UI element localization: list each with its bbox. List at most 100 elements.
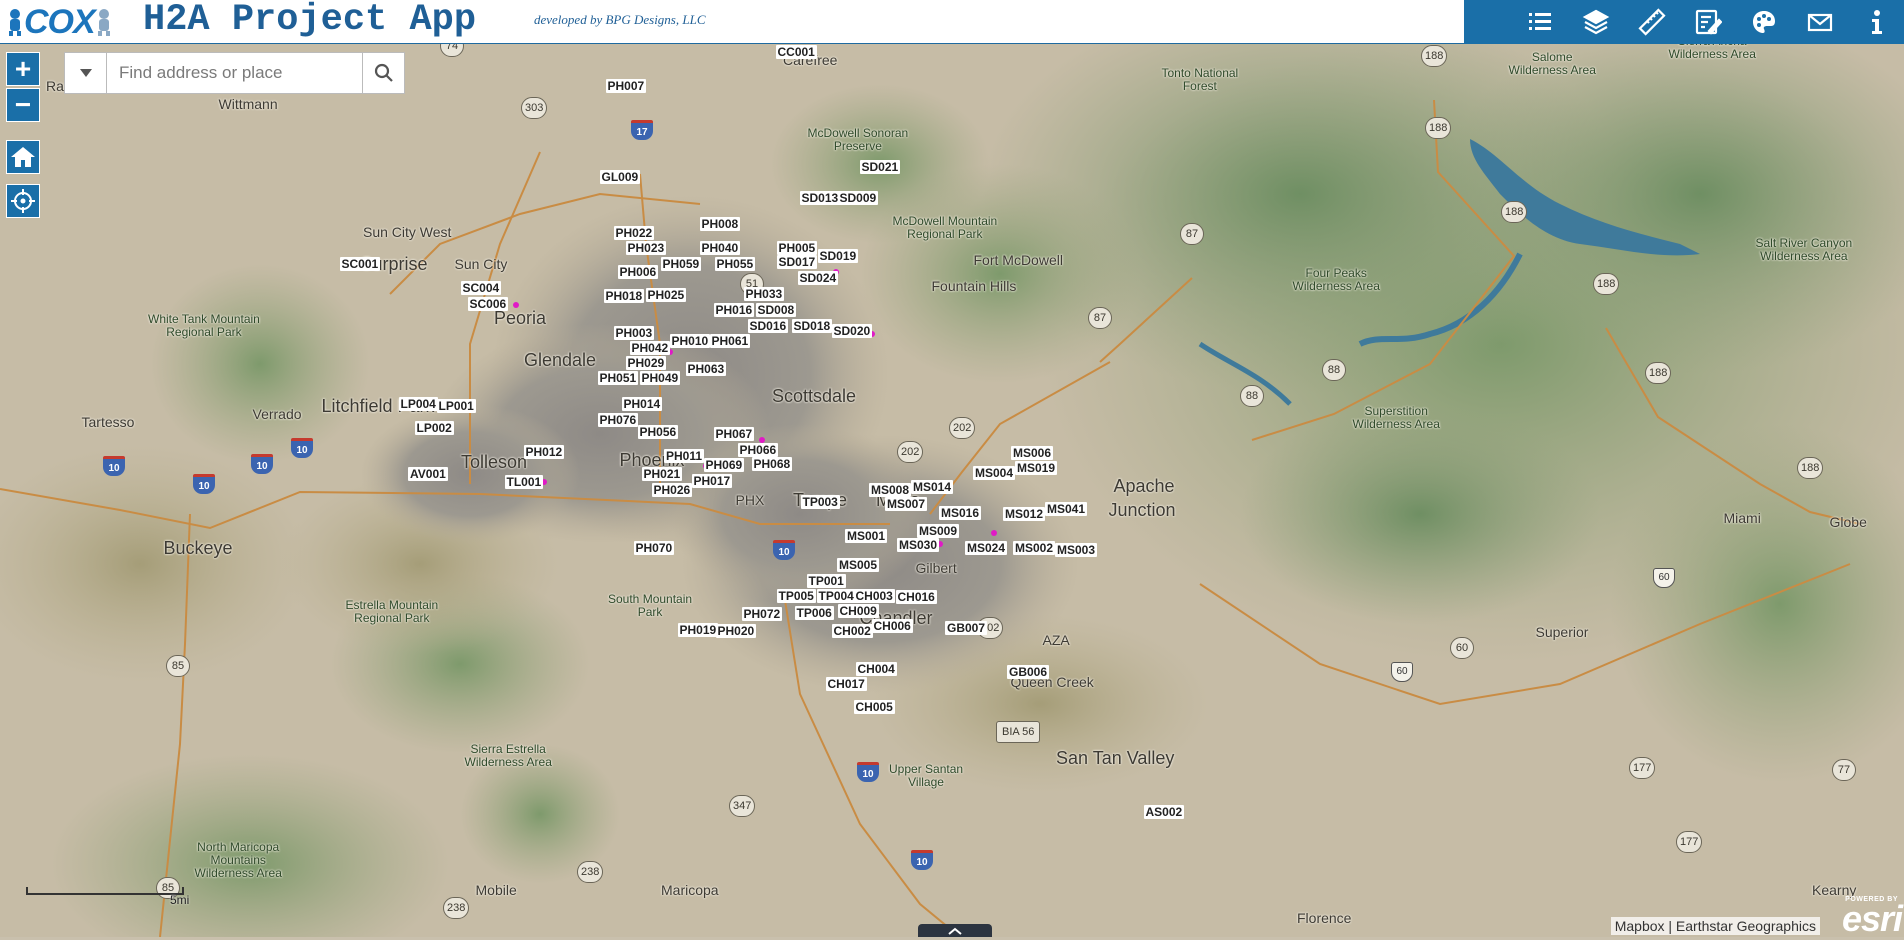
project-label[interactable]: PH016	[713, 303, 755, 317]
project-label[interactable]: SD018	[791, 319, 833, 333]
map-attribution[interactable]: Mapbox | Earthstar Geographics	[1610, 917, 1820, 935]
project-label[interactable]: CH004	[855, 662, 897, 676]
project-label[interactable]: SD008	[755, 303, 797, 317]
project-label[interactable]: MS008	[869, 483, 912, 497]
project-label[interactable]: GL009	[599, 170, 641, 184]
project-label[interactable]: PH008	[699, 217, 741, 231]
project-label[interactable]: CH017	[825, 677, 867, 691]
list-button[interactable]	[1518, 4, 1562, 40]
project-label[interactable]: TP004	[816, 589, 856, 603]
home-button[interactable]	[6, 140, 40, 174]
project-label[interactable]: PH017	[691, 474, 733, 488]
project-label[interactable]: PH066	[737, 443, 779, 457]
project-label[interactable]: PH023	[625, 241, 667, 255]
project-label[interactable]: CH006	[871, 619, 913, 633]
project-label[interactable]: PH051	[597, 371, 639, 385]
project-label[interactable]: TP003	[800, 495, 840, 509]
project-label[interactable]: SD019	[817, 249, 859, 263]
project-label[interactable]: PH056	[637, 425, 679, 439]
project-label[interactable]: PH042	[629, 341, 671, 355]
project-point[interactable]	[513, 302, 519, 308]
edit-button[interactable]	[1686, 4, 1730, 40]
project-label[interactable]: PH012	[523, 445, 565, 459]
project-label[interactable]: MS007	[885, 497, 928, 511]
project-label[interactable]: PH014	[621, 397, 663, 411]
esri-logo[interactable]: esri	[1842, 898, 1903, 940]
project-label[interactable]: MS006	[1011, 446, 1054, 460]
project-label[interactable]: CH005	[853, 700, 895, 714]
project-label[interactable]: PH020	[715, 624, 757, 638]
project-label[interactable]: PH026	[651, 483, 693, 497]
project-label[interactable]: SD016	[747, 319, 789, 333]
project-label[interactable]: GB006	[1007, 665, 1050, 679]
project-label[interactable]: MS030	[897, 538, 940, 552]
print-button[interactable]	[1742, 4, 1786, 40]
project-label[interactable]: MS041	[1045, 502, 1088, 516]
project-label[interactable]: PH007	[605, 79, 647, 93]
project-label[interactable]: TP001	[806, 574, 846, 588]
project-label[interactable]: PH033	[743, 287, 785, 301]
project-label[interactable]: CH009	[837, 604, 879, 618]
project-label[interactable]: LP002	[414, 421, 454, 435]
project-label[interactable]: LP004	[398, 397, 438, 411]
project-label[interactable]: MS003	[1055, 543, 1098, 557]
project-label[interactable]: PH011	[664, 449, 705, 463]
project-label[interactable]: SD013	[799, 191, 841, 205]
locate-button[interactable]	[6, 184, 40, 218]
project-label[interactable]: MS009	[917, 524, 960, 538]
map-view[interactable]: Carefree Wittmann Sun City West Surprise Sun…	[0, 44, 1904, 937]
project-label[interactable]: PH025	[645, 288, 687, 302]
search-source-dropdown[interactable]	[65, 53, 107, 93]
project-label[interactable]: TP006	[794, 606, 834, 620]
project-label[interactable]: PH072	[741, 607, 783, 621]
zoom-in-button[interactable]: +	[6, 52, 40, 86]
project-label[interactable]: MS012	[1003, 507, 1046, 521]
project-label[interactable]: PH006	[617, 265, 659, 279]
project-label[interactable]: PH068	[751, 457, 793, 471]
project-label[interactable]: PH076	[597, 413, 639, 427]
project-label[interactable]: SD020	[831, 324, 873, 338]
search-input[interactable]	[107, 53, 362, 93]
project-label[interactable]: SD024	[797, 271, 839, 285]
project-label[interactable]: MS005	[837, 558, 880, 572]
mail-button[interactable]	[1798, 4, 1842, 40]
project-label[interactable]: CH002	[831, 624, 873, 638]
project-label[interactable]: PH049	[639, 371, 681, 385]
project-label[interactable]: SC006	[467, 297, 509, 311]
project-label[interactable]: SD017	[776, 255, 818, 269]
project-label[interactable]: PH063	[685, 362, 727, 376]
project-label[interactable]: PH055	[714, 257, 756, 271]
project-label[interactable]: PH019	[677, 623, 719, 637]
project-label[interactable]: CH016	[895, 590, 937, 604]
project-label[interactable]: CH003	[853, 589, 895, 603]
project-label[interactable]: PH061	[709, 334, 751, 348]
project-label[interactable]: PH069	[703, 458, 745, 472]
project-label[interactable]: PH022	[613, 226, 655, 240]
project-label[interactable]: PH018	[603, 289, 645, 303]
project-label[interactable]: PH010	[669, 334, 711, 348]
project-label[interactable]: AV001	[408, 467, 448, 481]
project-label[interactable]: CC001	[775, 45, 817, 59]
project-label[interactable]: MS001	[845, 529, 888, 543]
project-label[interactable]: SD021	[859, 160, 901, 174]
project-point[interactable]	[991, 530, 997, 536]
info-button[interactable]	[1854, 4, 1898, 40]
panel-toggle[interactable]	[918, 924, 992, 937]
layers-button[interactable]	[1574, 4, 1618, 40]
project-label[interactable]: PH067	[713, 427, 755, 441]
project-label[interactable]: PH040	[699, 241, 741, 255]
project-label[interactable]: MS019	[1015, 461, 1058, 475]
project-label[interactable]: AS002	[1143, 805, 1185, 819]
zoom-out-button[interactable]: −	[6, 88, 40, 122]
project-label[interactable]: PH029	[625, 356, 667, 370]
measure-button[interactable]	[1630, 4, 1674, 40]
project-label[interactable]: PH021	[641, 467, 683, 481]
project-label[interactable]: SD009	[837, 191, 879, 205]
project-label[interactable]: PH005	[776, 241, 818, 255]
project-label[interactable]: SC004	[460, 281, 502, 295]
project-label[interactable]: LP001	[436, 399, 476, 413]
project-label[interactable]: SC001	[339, 257, 381, 271]
project-label[interactable]: TP005	[776, 589, 816, 603]
project-label[interactable]: PH070	[633, 541, 675, 555]
search-button[interactable]	[362, 53, 404, 93]
